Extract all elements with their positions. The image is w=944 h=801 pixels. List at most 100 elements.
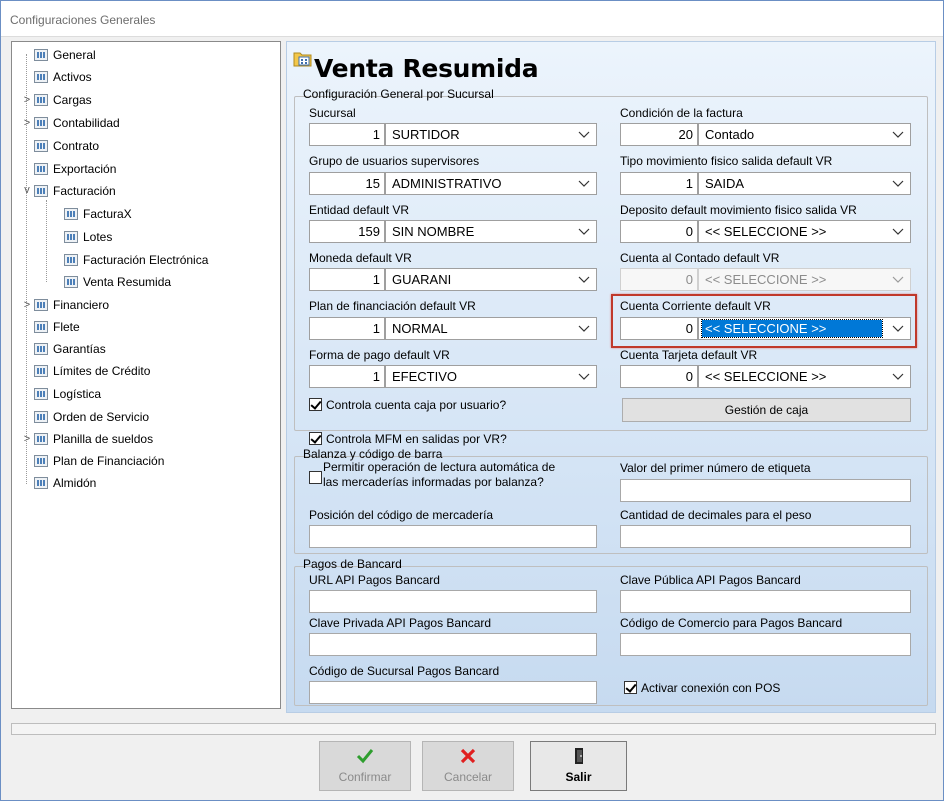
- module-icon: [34, 343, 48, 355]
- cuenta-corriente-code-input[interactable]: 0: [620, 317, 698, 340]
- moneda-select[interactable]: GUARANI: [385, 268, 597, 291]
- tree-item-contrato[interactable]: Contrato: [34, 136, 99, 156]
- checkbox-checked-icon: [624, 681, 637, 694]
- plan-code-input[interactable]: 1: [309, 317, 385, 340]
- plan-label: Plan de financiación default VR: [309, 299, 476, 313]
- moneda-label: Moneda default VR: [309, 251, 412, 265]
- tree-item-limites-credito[interactable]: Límites de Crédito: [34, 361, 150, 381]
- controla-caja-checkbox[interactable]: Controla cuenta caja por usuario?: [309, 398, 506, 412]
- forma-pago-select[interactable]: EFECTIVO: [385, 365, 597, 388]
- status-strip: [11, 723, 936, 735]
- deposito-select[interactable]: << SELECCIONE >>: [698, 220, 911, 243]
- cuenta-tarjeta-label: Cuenta Tarjeta default VR: [620, 348, 758, 362]
- tree-item-orden-servicio[interactable]: Orden de Servicio: [34, 407, 149, 427]
- module-icon: [34, 299, 48, 311]
- tree-item-plan-financiacion[interactable]: Plan de Financiación: [34, 451, 164, 471]
- bancard-group-legend: Pagos de Bancard: [303, 557, 402, 571]
- exit-button[interactable]: Salir: [530, 741, 627, 791]
- sucursal-code-input[interactable]: 1: [309, 123, 385, 146]
- url-api-label: URL API Pagos Bancard: [309, 573, 440, 587]
- tree-item-activos[interactable]: Activos: [34, 67, 92, 87]
- tree-item-lotes[interactable]: Lotes: [64, 227, 112, 247]
- chevron-down-icon: [578, 180, 590, 187]
- module-icon: [64, 276, 78, 288]
- clave-privada-input[interactable]: [309, 633, 597, 656]
- cuenta-tarjeta-select[interactable]: << SELECCIONE >>: [698, 365, 911, 388]
- module-icon: [34, 163, 48, 175]
- module-icon: [64, 254, 78, 266]
- checkbox-unchecked-icon: [309, 471, 322, 484]
- venta-resumida-panel: Venta Resumida Configuración General por…: [286, 41, 936, 713]
- tree-item-logistica[interactable]: Logística: [34, 384, 101, 404]
- valor-etiqueta-label: Valor del primer número de etiqueta: [620, 461, 811, 475]
- tree-item-facturacion-electronica[interactable]: Facturación Electrónica: [64, 250, 208, 270]
- codigo-comercio-label: Código de Comercio para Pagos Bancard: [620, 616, 843, 630]
- expand-arrow-icon[interactable]: >: [21, 299, 33, 311]
- deposito-code-input[interactable]: 0: [620, 220, 698, 243]
- tree-guide-line-child: [46, 200, 47, 282]
- expand-arrow-icon[interactable]: >: [21, 433, 33, 445]
- grupo-select[interactable]: ADMINISTRATIVO: [385, 172, 597, 195]
- posicion-codigo-input[interactable]: [309, 525, 597, 548]
- checkmark-icon: [356, 749, 374, 764]
- moneda-code-input[interactable]: 1: [309, 268, 385, 291]
- tree-item-venta-resumida[interactable]: Venta Resumida: [64, 272, 171, 292]
- module-icon: [34, 94, 48, 106]
- tree-item-facturacion[interactable]: Facturación: [34, 181, 116, 201]
- permitir-lectura-checkbox[interactable]: Permitir operación de lectura automática…: [309, 460, 555, 490]
- clave-publica-input[interactable]: [620, 590, 911, 613]
- sucursal-select[interactable]: SURTIDOR: [385, 123, 597, 146]
- general-group-legend: Configuración General por Sucursal: [303, 87, 494, 101]
- expand-arrow-icon[interactable]: >: [21, 94, 33, 106]
- codigo-comercio-input[interactable]: [620, 633, 911, 656]
- settings-tree[interactable]: General Activos > Cargas > Contabilidad …: [11, 41, 281, 709]
- cuenta-tarjeta-code-input[interactable]: 0: [620, 365, 698, 388]
- url-api-input[interactable]: [309, 590, 597, 613]
- cancel-button[interactable]: Cancelar: [422, 741, 514, 791]
- entidad-select[interactable]: SIN NOMBRE: [385, 220, 597, 243]
- close-icon: [460, 748, 476, 764]
- decimales-peso-input[interactable]: [620, 525, 911, 548]
- cuenta-corriente-select[interactable]: << SELECCIONE >>: [698, 317, 911, 340]
- chevron-down-icon: [578, 325, 590, 332]
- collapse-arrow-icon[interactable]: v: [21, 184, 33, 196]
- condicion-select[interactable]: Contado: [698, 123, 911, 146]
- gestion-caja-button[interactable]: Gestión de caja: [622, 398, 911, 422]
- expand-arrow-icon[interactable]: >: [21, 117, 33, 129]
- settings-window: Configuraciones Generales General Activo…: [0, 0, 944, 801]
- tree-item-almidon[interactable]: Almidón: [34, 473, 96, 493]
- codigo-sucursal-input[interactable]: [309, 681, 597, 704]
- clave-privada-label: Clave Privada API Pagos Bancard: [309, 616, 492, 630]
- activar-pos-checkbox[interactable]: Activar conexión con POS: [624, 681, 780, 695]
- valor-etiqueta-input[interactable]: [620, 479, 911, 502]
- tree-item-financiero[interactable]: Financiero: [34, 295, 109, 315]
- module-icon: [34, 117, 48, 129]
- posicion-codigo-label: Posición del código de mercadería: [309, 508, 494, 522]
- module-icon: [34, 140, 48, 152]
- forma-pago-code-input[interactable]: 1: [309, 365, 385, 388]
- grupo-code-input[interactable]: 15: [309, 172, 385, 195]
- tree-item-flete[interactable]: Flete: [34, 317, 80, 337]
- page-title: Venta Resumida: [314, 54, 539, 83]
- deposito-label: Deposito default movimiento fisico salid…: [620, 203, 857, 217]
- module-icon: [34, 477, 48, 489]
- condicion-label: Condición de la factura: [620, 106, 743, 120]
- tree-item-facturax[interactable]: FacturaX: [64, 204, 132, 224]
- condicion-code-input[interactable]: 20: [620, 123, 698, 146]
- tipo-mov-select[interactable]: SAIDA: [698, 172, 911, 195]
- tree-item-contabilidad[interactable]: Contabilidad: [34, 113, 120, 133]
- controla-mfm-checkbox[interactable]: Controla MFM en salidas por VR?: [309, 432, 507, 446]
- tree-item-cargas[interactable]: Cargas: [34, 90, 92, 110]
- window-title: Configuraciones Generales: [10, 13, 156, 27]
- cuenta-contado-label: Cuenta al Contado default VR: [620, 251, 780, 265]
- plan-select[interactable]: NORMAL: [385, 317, 597, 340]
- forma-pago-label: Forma de pago default VR: [309, 348, 450, 362]
- tree-item-exportacion[interactable]: Exportación: [34, 159, 116, 179]
- tree-item-general[interactable]: General: [34, 45, 96, 65]
- tree-item-garantias[interactable]: Garantías: [34, 339, 106, 359]
- entidad-code-input[interactable]: 159: [309, 220, 385, 243]
- tree-item-planilla-sueldos[interactable]: Planilla de sueldos: [34, 429, 153, 449]
- tipo-mov-code-input[interactable]: 1: [620, 172, 698, 195]
- cuenta-contado-code-input: 0: [620, 268, 698, 291]
- confirm-button[interactable]: Confirmar: [319, 741, 411, 791]
